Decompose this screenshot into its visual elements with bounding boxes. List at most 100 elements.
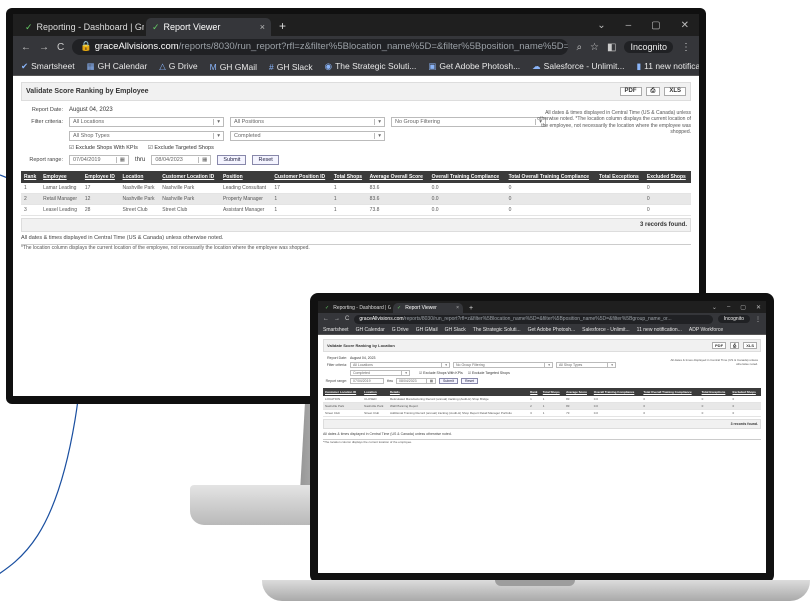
column-header[interactable]: Employee xyxy=(40,171,82,183)
group-select[interactable]: No Group Filtering ▾ xyxy=(453,362,553,368)
bookmark-strategic[interactable]: ◉ The Strategic Soluti... xyxy=(325,61,417,72)
column-header[interactable]: Average Score xyxy=(564,388,592,396)
bookmark-notifications[interactable]: ▮11 new notification... xyxy=(636,61,699,72)
column-header[interactable]: Location xyxy=(119,171,160,183)
column-header[interactable]: Total Shops xyxy=(330,171,367,183)
bookmark-salesforce[interactable]: Salesforce - Unlimit... xyxy=(582,327,630,333)
reload-icon[interactable]: C xyxy=(57,42,64,53)
column-header[interactable]: Excluded Shops xyxy=(730,388,761,396)
column-header[interactable]: Excluded Shops xyxy=(643,171,691,183)
new-tab-button[interactable]: + xyxy=(465,304,477,313)
incognito-badge[interactable]: Incognito xyxy=(717,315,750,323)
menu-icon[interactable]: ⋮ xyxy=(681,42,691,53)
print-button[interactable]: ⎙ xyxy=(645,87,661,96)
back-icon[interactable]: ← xyxy=(323,316,329,322)
exclude-kpi-checkbox[interactable]: ☑ Exclude Shops With KPIs xyxy=(419,371,463,375)
status-select[interactable]: Completed ▾ xyxy=(350,370,410,376)
incognito-badge[interactable]: Incognito xyxy=(624,41,673,53)
group-select[interactable]: No Group Filtering ▾ xyxy=(391,117,546,127)
bookmark-gh-slack[interactable]: GH Slack xyxy=(445,327,466,333)
submit-button[interactable]: Submit xyxy=(439,378,458,384)
close-window-button[interactable]: ✕ xyxy=(681,20,689,31)
bookmark-g-drive[interactable]: △ G Drive xyxy=(159,61,197,72)
location-select[interactable]: All Locations ▾ xyxy=(69,117,224,127)
column-header[interactable]: Position xyxy=(219,171,272,183)
column-header[interactable]: Total Overall Training Compliance xyxy=(641,388,700,396)
bookmark-gh-slack[interactable]: # GH Slack xyxy=(269,62,313,72)
bookmark-gh-calendar[interactable]: GH Calendar xyxy=(356,327,385,333)
date-to-input[interactable]: 08/04/2023 ▦ xyxy=(396,378,437,384)
pdf-button[interactable]: PDF xyxy=(712,342,727,349)
maximize-button[interactable]: ▢ xyxy=(740,304,746,311)
exclude-targeted-checkbox[interactable]: ☑ Exclude Targeted Shops xyxy=(468,371,510,375)
column-header[interactable]: Rank xyxy=(528,388,541,396)
column-header[interactable]: Total Exceptions xyxy=(699,388,731,396)
date-from-input[interactable]: 07/04/2019 xyxy=(350,378,384,384)
back-icon[interactable]: ← xyxy=(21,42,31,53)
date-from-input[interactable]: 07/04/2019 ▦ xyxy=(69,155,129,165)
bookmark-g-drive[interactable]: G Drive xyxy=(392,327,409,333)
position-select[interactable]: All Positions ▾ xyxy=(230,117,385,127)
column-header[interactable]: Location xyxy=(362,388,388,396)
column-header[interactable]: Details xyxy=(387,388,529,396)
print-button[interactable]: ⎙ xyxy=(730,342,740,349)
bookmark-smartsheet[interactable]: ✔ Smartsheet xyxy=(21,61,75,72)
url-field[interactable]: 🔒 graceAllvisions.com/reports/8030/run_r… xyxy=(72,39,569,55)
bookmark-notifications[interactable]: 11 new notification... xyxy=(637,327,682,333)
forward-icon[interactable]: → xyxy=(334,316,340,322)
submit-button[interactable]: Submit xyxy=(217,155,247,165)
minimize-button[interactable]: – xyxy=(727,304,730,311)
tab-reporting-dashboard[interactable]: ✓Reporting - Dashboard | Grace I× xyxy=(19,18,144,36)
sidepanel-icon[interactable]: ◧ xyxy=(607,42,616,53)
close-window-button[interactable]: ✕ xyxy=(756,304,761,311)
bookmark-gh-gmail[interactable]: M GH GMail xyxy=(210,62,257,72)
zoom-icon[interactable]: ⌕ xyxy=(576,42,582,53)
bookmark-gh-gmail[interactable]: GH GMail xyxy=(416,327,438,333)
bookmark-adobe[interactable]: ▣ Get Adobe Photosh... xyxy=(428,61,520,72)
close-icon[interactable]: × xyxy=(456,305,459,311)
column-header[interactable]: Customer Position ID xyxy=(271,171,331,183)
column-header[interactable]: Employee ID xyxy=(81,171,120,183)
reload-icon[interactable]: C xyxy=(345,316,349,322)
tab-search-icon[interactable]: ⌄ xyxy=(597,20,605,31)
url-field[interactable]: graceAllvisions.com/reports/8030/run_rep… xyxy=(354,314,713,324)
column-header[interactable]: Total Overall Training Compliance xyxy=(505,171,597,183)
bookmark-adobe[interactable]: Get Adobe Photosh... xyxy=(528,327,576,333)
exclude-targeted-checkbox[interactable]: ☑ Exclude Targeted Shops xyxy=(148,145,214,151)
bookmark-adp[interactable]: ADP Workforce xyxy=(689,327,723,333)
close-icon[interactable]: × xyxy=(260,22,265,32)
shop-type-select[interactable]: All Shop Types ▾ xyxy=(69,131,224,141)
column-header[interactable]: Total Exceptions xyxy=(596,171,644,183)
date-to-input[interactable]: 08/04/2023 ▦ xyxy=(151,155,212,165)
export-button[interactable]: XLS xyxy=(743,342,757,349)
pdf-button[interactable]: PDF xyxy=(619,87,642,96)
column-header[interactable]: Total Shops xyxy=(540,388,565,396)
tab-report-viewer[interactable]: ✓ Report Viewer × xyxy=(393,303,463,313)
reset-button[interactable]: Reset xyxy=(460,378,479,384)
shop-type-select[interactable]: All Shop Types ▾ xyxy=(556,362,616,368)
location-select[interactable]: All Locations ▾ xyxy=(350,362,450,368)
bookmark-strategic[interactable]: The Strategic Soluti... xyxy=(473,327,521,333)
new-tab-button[interactable]: + xyxy=(273,16,292,36)
column-header[interactable]: Average Overall Score xyxy=(366,171,429,183)
column-header[interactable]: Rank xyxy=(21,171,41,183)
minimize-button[interactable]: – xyxy=(626,20,632,31)
column-header[interactable]: Overall Training Compliance xyxy=(591,388,642,396)
tab-reporting-dashboard[interactable]: ✓Reporting - Dashboard | Grace I× xyxy=(321,303,391,313)
status-select[interactable]: Completed ▾ xyxy=(230,131,385,141)
forward-icon[interactable]: → xyxy=(39,42,49,53)
maximize-button[interactable]: ▢ xyxy=(651,20,660,31)
column-header[interactable]: Customer Location ID xyxy=(159,171,220,183)
bookmark-gh-calendar[interactable]: ▦ GH Calendar xyxy=(87,61,148,72)
exclude-kpi-checkbox[interactable]: ☑ Exclude Shops With KPIs xyxy=(69,145,138,151)
column-header[interactable]: Overall Training Compliance xyxy=(428,171,506,183)
column-header[interactable]: Customer Location ID xyxy=(323,388,363,396)
reset-button[interactable]: Reset xyxy=(252,155,279,165)
export-button[interactable]: XLS xyxy=(664,87,686,96)
menu-icon[interactable]: ⋮ xyxy=(755,316,761,323)
star-icon[interactable]: ☆ xyxy=(590,42,599,53)
bookmark-salesforce[interactable]: ☁ Salesforce - Unlimit... xyxy=(532,61,624,72)
bookmark-smartsheet[interactable]: Smartsheet xyxy=(323,327,349,333)
tab-report-viewer[interactable]: ✓ Report Viewer × xyxy=(146,18,271,36)
tab-search-icon[interactable]: ⌄ xyxy=(712,304,717,311)
